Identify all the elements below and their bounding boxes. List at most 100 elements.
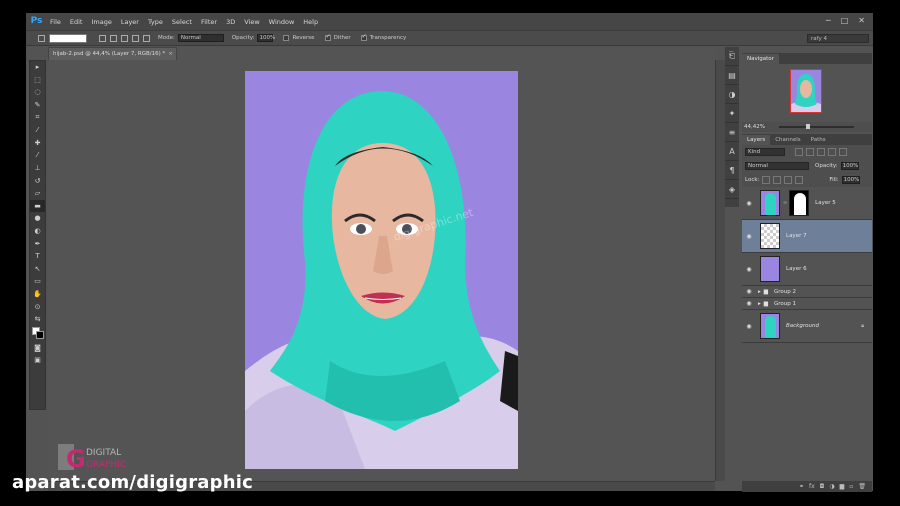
lock-position-icon[interactable] xyxy=(784,176,793,184)
histogram-icon[interactable]: ▤ xyxy=(725,66,739,85)
workspace-select[interactable]: rafy 4 xyxy=(807,34,869,43)
crop-tool-icon[interactable]: ⌗ xyxy=(30,111,45,124)
link-layers-icon[interactable]: ⚭ xyxy=(799,483,804,490)
marquee-tool-icon[interactable]: ⬚ xyxy=(30,74,45,87)
opacity-input[interactable]: 100% xyxy=(257,34,275,42)
tab-layers[interactable]: Layers xyxy=(742,135,771,145)
layer-row-group-1[interactable]: ◉ ▸ ▆ Group 1 xyxy=(742,298,872,310)
maximize-button[interactable]: □ xyxy=(841,16,849,25)
clone-stamp-tool-icon[interactable]: ⊥ xyxy=(30,162,45,175)
adjustments-icon[interactable]: ◑ xyxy=(725,85,739,104)
visibility-eye-icon[interactable]: ◉ xyxy=(742,288,756,295)
new-group-icon[interactable]: ▆ xyxy=(840,483,845,490)
filter-adjustment-icon[interactable] xyxy=(806,148,814,156)
canvas-artwork[interactable]: digigraphic.net xyxy=(245,71,518,469)
blur-tool-icon[interactable]: ● xyxy=(30,212,45,225)
transparency-checkbox[interactable] xyxy=(360,33,367,41)
menu-3d[interactable]: 3D xyxy=(226,18,235,26)
menu-filter[interactable]: Filter xyxy=(201,18,217,26)
diamond-gradient-icon[interactable] xyxy=(143,34,150,42)
layer-name[interactable]: Group 1 xyxy=(774,301,796,307)
radial-gradient-icon[interactable] xyxy=(110,34,117,42)
blend-mode-select[interactable]: Normal xyxy=(745,162,809,170)
lock-transparent-icon[interactable] xyxy=(762,176,771,184)
reverse-checkbox[interactable] xyxy=(283,35,290,41)
layer-mask-thumbnail[interactable] xyxy=(789,190,810,216)
visibility-eye-icon[interactable]: ◉ xyxy=(742,233,756,240)
tab-navigator[interactable]: Navigator xyxy=(742,54,779,64)
3d-icon[interactable]: ◈ xyxy=(725,180,739,199)
type-tool-icon[interactable]: T xyxy=(30,250,45,263)
screen-mode-icon[interactable]: ▣ xyxy=(30,354,45,367)
vertical-scrollbar[interactable] xyxy=(715,60,725,481)
history-icon[interactable]: ⎗ xyxy=(725,47,739,66)
visibility-eye-icon[interactable]: ◉ xyxy=(742,323,756,330)
lasso-tool-icon[interactable]: ◌ xyxy=(30,86,45,99)
visibility-eye-icon[interactable]: ◉ xyxy=(742,266,756,273)
eraser-tool-icon[interactable]: ▱ xyxy=(30,187,45,200)
lock-pixels-icon[interactable] xyxy=(773,176,782,184)
menu-edit[interactable]: Edit xyxy=(70,18,83,26)
rectangle-tool-icon[interactable]: ▭ xyxy=(30,275,45,288)
new-layer-icon[interactable]: ▫ xyxy=(849,483,853,490)
adjustment-layer-icon[interactable]: ◑ xyxy=(829,483,834,490)
gradient-swatch[interactable] xyxy=(49,33,87,43)
filter-shape-icon[interactable] xyxy=(828,148,836,156)
tab-channels[interactable]: Channels xyxy=(770,135,805,145)
filter-pixel-icon[interactable] xyxy=(795,148,803,156)
healing-brush-tool-icon[interactable]: ✚ xyxy=(30,137,45,150)
filter-smart-object-icon[interactable] xyxy=(839,148,847,156)
delete-layer-icon[interactable]: 🗑︎ xyxy=(858,483,866,490)
visibility-eye-icon[interactable]: ◉ xyxy=(742,200,756,207)
dodge-tool-icon[interactable]: ◐ xyxy=(30,225,45,238)
gradient-tool-preset-icon[interactable] xyxy=(38,34,45,42)
layer-opacity-input[interactable]: 100% xyxy=(840,162,859,170)
path-selection-tool-icon[interactable]: ↖ xyxy=(30,263,45,276)
menu-help[interactable]: Help xyxy=(303,18,318,26)
color-swatches[interactable] xyxy=(30,325,45,341)
expand-arrow-icon[interactable]: ▸ xyxy=(758,289,761,295)
dither-checkbox[interactable] xyxy=(324,33,331,41)
move-tool-icon[interactable]: ▸ xyxy=(30,61,45,74)
menu-image[interactable]: Image xyxy=(91,18,111,26)
layer-row-background[interactable]: ◉ Background 🔒︎ xyxy=(742,310,872,343)
close-document-icon[interactable]: × xyxy=(168,48,173,60)
menu-window[interactable]: Window xyxy=(269,18,295,26)
close-button[interactable]: ✕ xyxy=(858,16,865,25)
layer-name[interactable]: Layer 6 xyxy=(786,266,807,272)
fx-icon[interactable]: fx xyxy=(809,483,815,490)
add-mask-icon[interactable]: ◘ xyxy=(820,483,825,490)
document-tab[interactable]: hijab-2.psd @ 44,4% (Layer 7, RGB/16) * … xyxy=(48,47,177,60)
quick-select-tool-icon[interactable]: ✎ xyxy=(30,99,45,112)
reflected-gradient-icon[interactable] xyxy=(132,34,139,42)
filter-type-icon[interactable] xyxy=(817,148,825,156)
zoom-slider[interactable] xyxy=(778,124,854,129)
layer-name[interactable]: Layer 5 xyxy=(815,200,836,206)
menu-view[interactable]: View xyxy=(244,18,259,26)
layer-row-group-2[interactable]: ◉ ▸ ▆ Group 2 xyxy=(742,286,872,298)
pen-tool-icon[interactable]: ✒ xyxy=(30,237,45,250)
zoom-tool-icon[interactable]: ⊙ xyxy=(30,300,45,313)
layer-row-layer-7[interactable]: ◉ Layer 7 xyxy=(742,220,872,253)
properties-icon[interactable]: ≡ xyxy=(725,123,739,142)
menu-layer[interactable]: Layer xyxy=(121,18,139,26)
menu-select[interactable]: Select xyxy=(172,18,192,26)
navigator-zoom-value[interactable]: 44,42% xyxy=(744,124,765,130)
fill-input[interactable]: 100% xyxy=(841,176,860,184)
background-color-swatch[interactable] xyxy=(36,331,44,340)
layer-filter-select[interactable]: Kind xyxy=(745,148,785,156)
visibility-eye-icon[interactable]: ◉ xyxy=(742,300,756,307)
menu-type[interactable]: Type xyxy=(148,18,163,26)
layer-name[interactable]: Layer 7 xyxy=(786,233,807,239)
brush-presets-icon[interactable]: ✦ xyxy=(725,104,739,123)
navigator-thumbnail[interactable] xyxy=(790,69,822,113)
swap-colors-icon[interactable]: ⇆ xyxy=(30,313,45,326)
layer-row-layer-6[interactable]: ◉ Layer 6 xyxy=(742,253,872,286)
menu-file[interactable]: File xyxy=(50,18,61,26)
lock-all-icon[interactable] xyxy=(795,176,804,184)
layer-row-layer-5[interactable]: ◉ ∞ Layer 5 xyxy=(742,187,872,220)
mode-select[interactable]: Normal xyxy=(177,34,224,42)
gradient-tool-icon[interactable]: ▬ xyxy=(30,199,45,213)
paragraph-icon[interactable]: ¶ xyxy=(725,161,739,180)
quick-mask-icon[interactable]: ◙ xyxy=(30,341,45,354)
